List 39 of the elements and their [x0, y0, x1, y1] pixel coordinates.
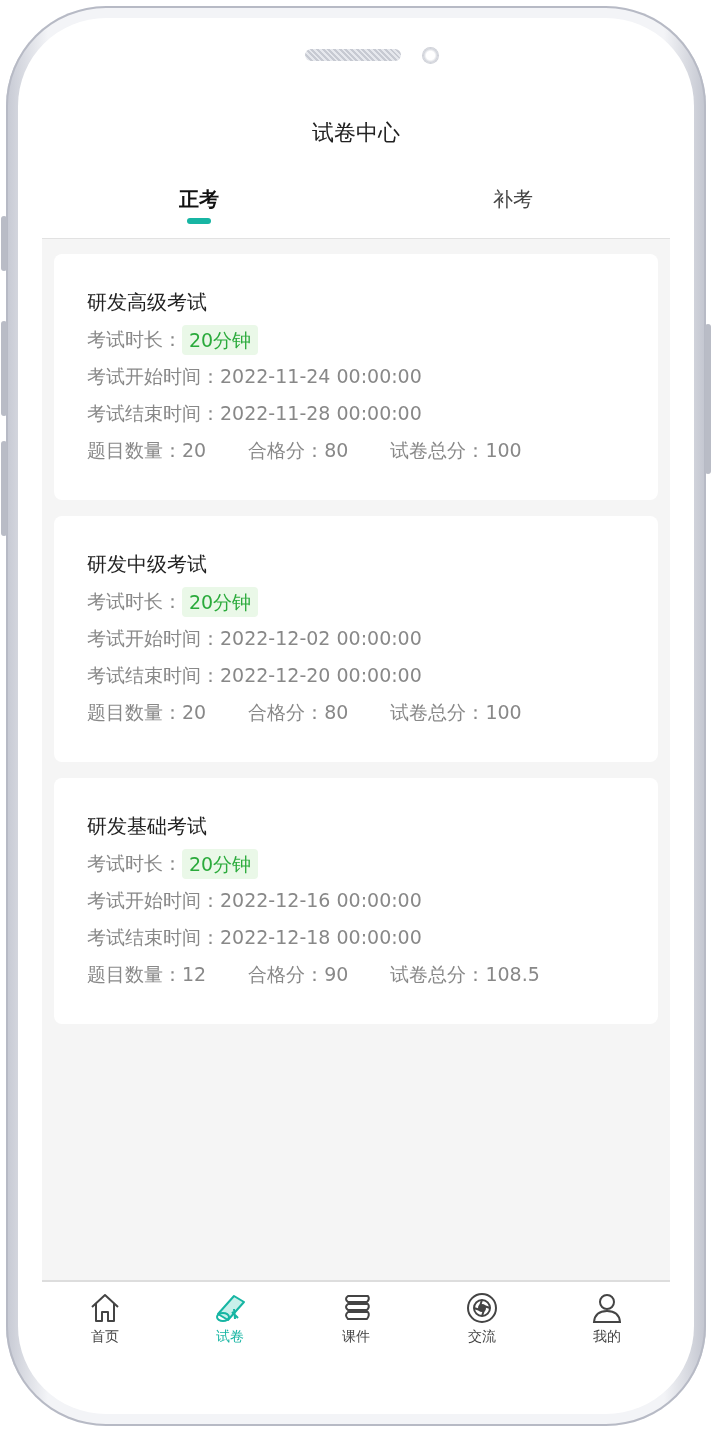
nav-item[interactable]: 课件 [293, 1282, 419, 1352]
field-label: 考试时长： [87, 327, 182, 352]
nav-item[interactable]: 首页 [42, 1282, 168, 1352]
duration-tag: 20分钟 [182, 324, 259, 355]
exam-stat: 题目数量：20 [87, 700, 207, 725]
start-time: 考试开始时间：2022-11-24 00:00:00 [87, 364, 422, 389]
camera-lens [422, 47, 438, 63]
nav-item[interactable]: 交流 [418, 1282, 545, 1352]
exam-stat: 题目数量：12 [87, 962, 207, 987]
aperture-icon [465, 1292, 498, 1324]
end-time: 考试结束时间：2022-12-20 00:00:00 [87, 663, 422, 688]
page-title: 试卷中心 [311, 119, 401, 147]
exam-stat: 合格分：80 [248, 700, 349, 725]
exam-stat: 试卷总分：100 [390, 438, 522, 463]
tab[interactable]: 补考 [493, 183, 533, 215]
end-time: 考试结束时间：2022-11-28 00:00:00 [87, 401, 422, 426]
exam-card[interactable]: 研发中级考试 考试时长： 20分钟 考试开始时间：2022-12-02 00:00:00 考试结束时间：2022-12-20 00:00:00 题目数量：20 合格分：80 试卷总分：100 [54, 516, 658, 762]
duration-tag: 20分钟 [182, 586, 259, 617]
exam-stat: 试卷总分：100 [390, 700, 522, 725]
exam-stat: 题目数量：20 [87, 438, 207, 463]
exam-stat: 合格分：80 [248, 438, 349, 463]
tab-indicator [187, 218, 211, 224]
exam-stat: 合格分：90 [248, 962, 349, 987]
exam-name: 研发中级考试 [87, 551, 208, 578]
end-time: 考试结束时间：2022-12-18 00:00:00 [87, 925, 422, 950]
field-label: 考试时长： [87, 851, 182, 876]
exam-stat: 试卷总分：108.5 [390, 962, 540, 987]
tab[interactable]: 正考 [179, 183, 219, 215]
exam-card[interactable]: 研发基础考试 考试时长： 20分钟 考试开始时间：2022-12-16 00:00:00 考试结束时间：2022-12-18 00:00:00 题目数量：12 合格分：90 试卷总分：108.5 [54, 778, 658, 1024]
start-time: 考试开始时间：2022-12-02 00:00:00 [87, 626, 422, 651]
scroll-icon [214, 1292, 247, 1324]
nav-item[interactable]: 我的 [544, 1282, 670, 1352]
exam-name: 研发基础考试 [87, 813, 208, 840]
person-icon [591, 1292, 624, 1324]
start-time: 考试开始时间：2022-12-16 00:00:00 [87, 888, 422, 913]
exam-name: 研发高级考试 [87, 289, 208, 316]
duration-tag: 20分钟 [182, 848, 259, 879]
field-label: 考试时长： [87, 589, 182, 614]
exam-card[interactable]: 研发高级考试 考试时长： 20分钟 考试开始时间：2022-11-24 00:00:00 考试结束时间：2022-11-28 00:00:00 题目数量：20 合格分：80 试卷总分：100 [54, 254, 658, 500]
